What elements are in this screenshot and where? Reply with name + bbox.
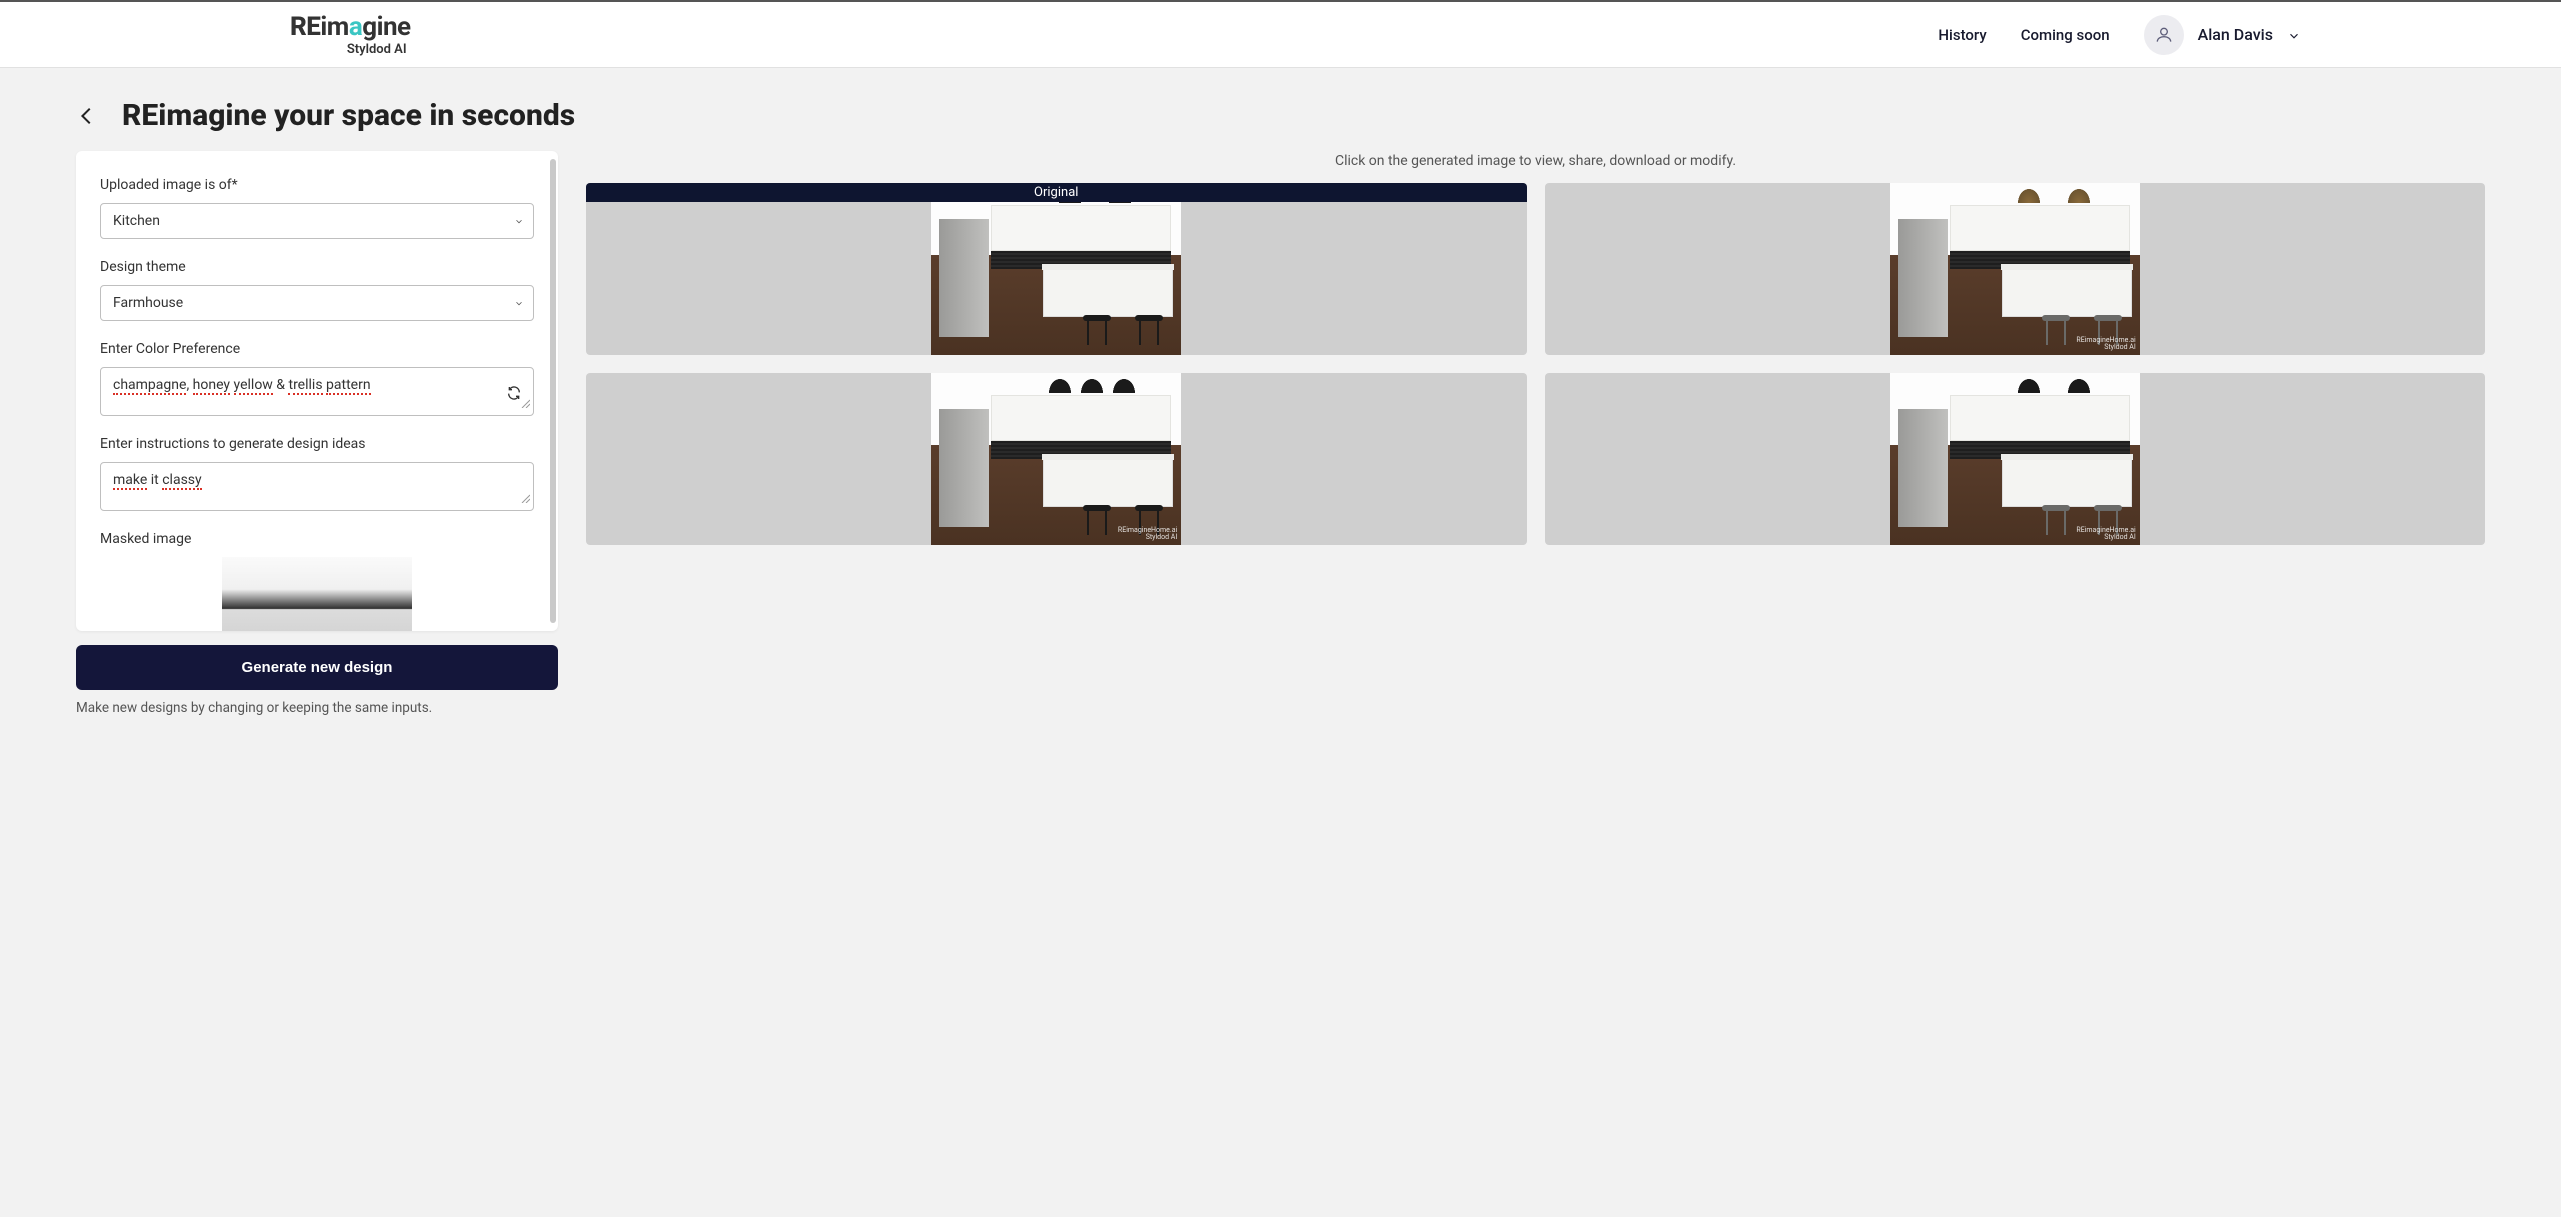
results-grid: Original REimagineHome.aiStyldo <box>586 183 2485 545</box>
nav-history[interactable]: History <box>1938 26 1986 44</box>
results-column: Click on the generated image to view, sh… <box>586 151 2485 545</box>
top-bar: REimagine Styldod AI History Coming soon… <box>0 0 2561 68</box>
color-pref-wrap: champagne, honey yellow & trellis patter… <box>100 367 534 416</box>
instructions-wrap: make it classy <box>100 462 534 511</box>
masked-image-thumbnail[interactable] <box>222 557 412 631</box>
masked-image-label: Masked image <box>100 531 534 547</box>
generate-button[interactable]: Generate new design <box>76 645 558 690</box>
room-type-select[interactable]: Kitchen <box>100 203 534 239</box>
page-title: REimagine your space in seconds <box>122 98 575 133</box>
color-pref-label: Enter Color Preference <box>100 341 534 357</box>
kitchen-image: REimagineHome.aiStyldod AI <box>1890 183 2140 355</box>
result-image-3[interactable]: REimagineHome.aiStyldod AI <box>1545 373 2486 545</box>
result-image-2[interactable]: REimagineHome.aiStyldod AI <box>586 373 1527 545</box>
kitchen-image: REimagineHome.aiStyldod AI <box>1890 373 2140 545</box>
back-button[interactable] <box>76 105 98 127</box>
design-theme-select[interactable]: Farmhouse <box>100 285 534 321</box>
page-heading-row: REimagine your space in seconds <box>0 68 2561 147</box>
kitchen-image: REimagineHome.aiStyldod AI <box>931 373 1181 545</box>
room-type-label: Uploaded image is of* <box>100 177 534 193</box>
result-image-1[interactable]: REimagineHome.aiStyldod AI <box>1545 183 2486 355</box>
result-original[interactable]: Original <box>586 183 1527 355</box>
form-card: Uploaded image is of* Kitchen Design the… <box>76 151 558 631</box>
watermark: REimagineHome.aiStyldod AI <box>2076 527 2135 541</box>
watermark: REimagineHome.aiStyldod AI <box>1118 527 1177 541</box>
design-theme-label: Design theme <box>100 259 534 275</box>
avatar-icon <box>2144 15 2184 55</box>
chevron-down-icon <box>2287 28 2301 42</box>
design-theme-select-wrap: Farmhouse <box>100 285 534 321</box>
brand-subtitle: Styldod AI <box>347 42 407 57</box>
room-type-select-wrap: Kitchen <box>100 203 534 239</box>
content-row: Uploaded image is of* Kitchen Design the… <box>0 147 2561 756</box>
nav-coming-soon[interactable]: Coming soon <box>2021 26 2110 44</box>
generate-hint: Make new designs by changing or keeping … <box>76 700 558 716</box>
user-menu[interactable]: Alan Davis <box>2144 15 2301 55</box>
brand-wordmark: REimagine <box>290 12 411 42</box>
kitchen-image <box>931 183 1181 355</box>
nav-right: History Coming soon Alan Davis <box>1938 15 2561 55</box>
color-pref-input[interactable]: champagne, honey yellow & trellis patter… <box>100 367 534 416</box>
watermark: REimagineHome.aiStyldod AI <box>2076 337 2135 351</box>
left-column: Uploaded image is of* Kitchen Design the… <box>76 151 558 716</box>
instructions-label: Enter instructions to generate design id… <box>100 436 534 452</box>
refresh-icon[interactable] <box>506 385 522 405</box>
results-hint: Click on the generated image to view, sh… <box>586 153 2485 169</box>
user-name: Alan Davis <box>2198 25 2273 44</box>
brand-logo[interactable]: REimagine Styldod AI <box>290 12 411 57</box>
original-badge: Original <box>586 183 1527 202</box>
instructions-input[interactable]: make it classy <box>100 462 534 511</box>
